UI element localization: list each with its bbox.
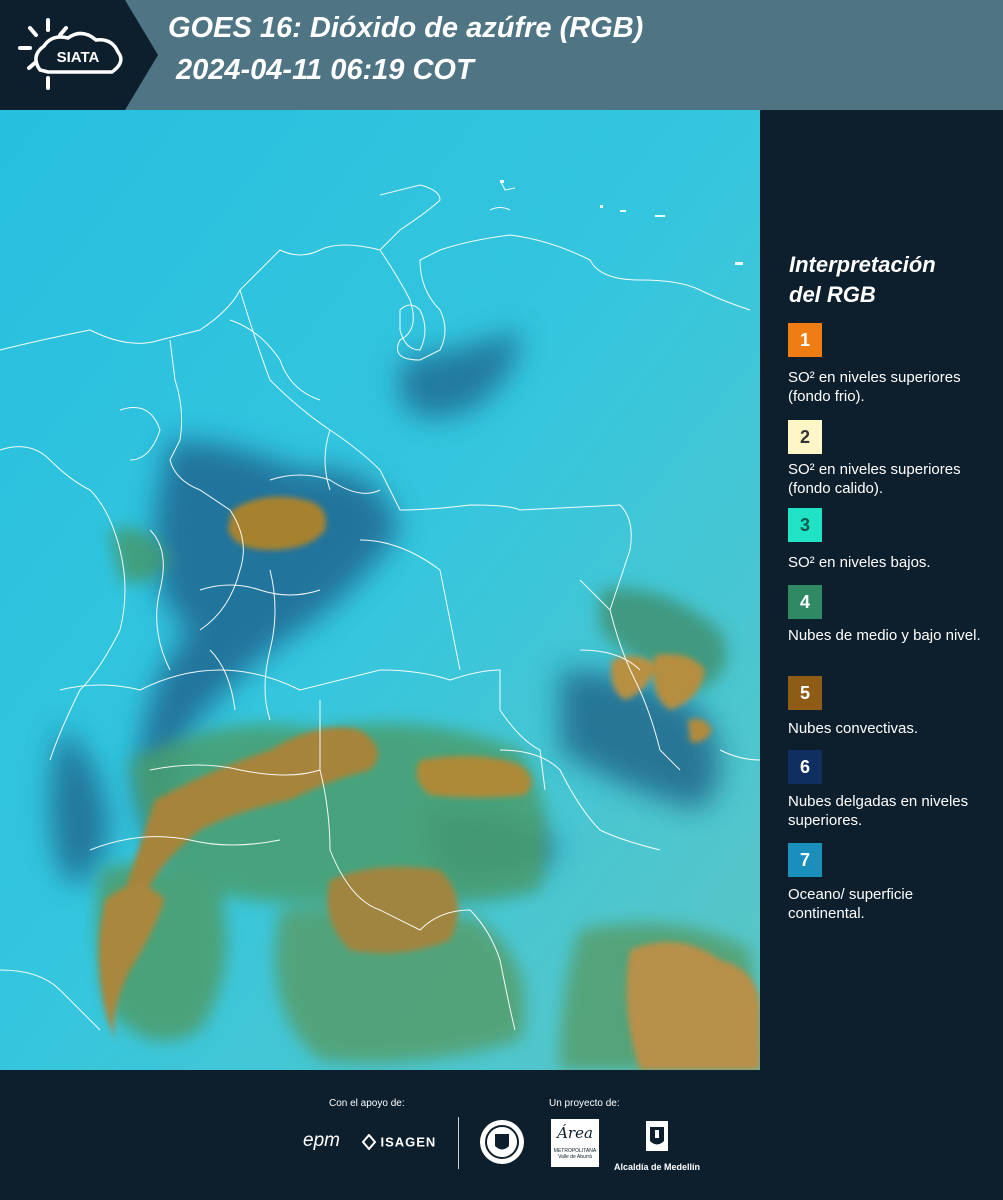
legend-swatch-6: 6 bbox=[788, 750, 822, 784]
legend-label-7: Oceano/ superficie continental. bbox=[788, 886, 914, 922]
area-metropolitana-logo: Área METROPOLITANA Valle de Aburrá bbox=[551, 1119, 599, 1167]
area-logo-top: Área bbox=[557, 1124, 593, 1142]
page-title: GOES 16: Dióxido de azúfre (RGB) bbox=[168, 12, 644, 44]
legend-title: Interpretación del RGB bbox=[789, 250, 989, 310]
isagen-icon bbox=[361, 1133, 377, 1151]
legend-swatch-7: 7 bbox=[788, 843, 822, 877]
legend-panel: Interpretación del RGB 1 SO² en niveles … bbox=[760, 110, 1003, 1070]
epm-logo: epm bbox=[303, 1130, 340, 1152]
medellin-seal-icon bbox=[478, 1118, 526, 1171]
legend-label-1: SO² en niveles superiores (fondo frio). bbox=[788, 369, 961, 405]
alcaldia-logo: Alcaldía de Medellín bbox=[612, 1119, 702, 1172]
legend-title-line2: del RGB bbox=[789, 282, 876, 307]
support-label: Con el apoyo de: bbox=[329, 1098, 405, 1109]
area-logo-bottom2: Valle de Aburrá bbox=[558, 1154, 592, 1160]
legend-swatch-1: 1 bbox=[788, 323, 822, 357]
siata-logo: SIATA bbox=[0, 0, 160, 110]
legend-swatch-3: 3 bbox=[788, 508, 822, 542]
footer: Con el apoyo de: Un proyecto de: epm ISA… bbox=[0, 1070, 1003, 1200]
legend-label-4: Nubes de medio y bajo nivel. bbox=[788, 627, 981, 644]
legend-label-5: Nubes convectivas. bbox=[788, 720, 919, 737]
legend-title-line1: Interpretación bbox=[789, 252, 936, 277]
header-bar: SIATA GOES 16: Dióxido de azúfre (RGB) 2… bbox=[0, 0, 1003, 110]
satellite-map[interactable] bbox=[0, 110, 760, 1070]
alcaldia-shield-icon bbox=[646, 1121, 668, 1151]
isagen-logo: ISAGEN bbox=[361, 1133, 437, 1151]
epm-logo-text: epm bbox=[303, 1130, 340, 1151]
project-label: Un proyecto de: bbox=[549, 1098, 620, 1109]
timestamp: 2024-04-11 06:19 COT bbox=[176, 54, 474, 86]
footer-divider bbox=[458, 1117, 459, 1169]
siata-logo-text: SIATA bbox=[57, 49, 100, 66]
legend-swatch-5: 5 bbox=[788, 676, 822, 710]
legend-label-6: Nubes delgadas en niveles superiores. bbox=[788, 793, 969, 829]
alcaldia-logo-text: Alcaldía de Medellín bbox=[613, 1162, 701, 1172]
legend-swatch-4: 4 bbox=[788, 585, 822, 619]
legend-swatch-2: 2 bbox=[788, 420, 822, 454]
legend-label-3: SO² en niveles bajos. bbox=[788, 554, 931, 571]
legend-label-2: SO² en niveles superiores (fondo calido)… bbox=[788, 461, 961, 497]
isagen-logo-text: ISAGEN bbox=[380, 1134, 437, 1150]
